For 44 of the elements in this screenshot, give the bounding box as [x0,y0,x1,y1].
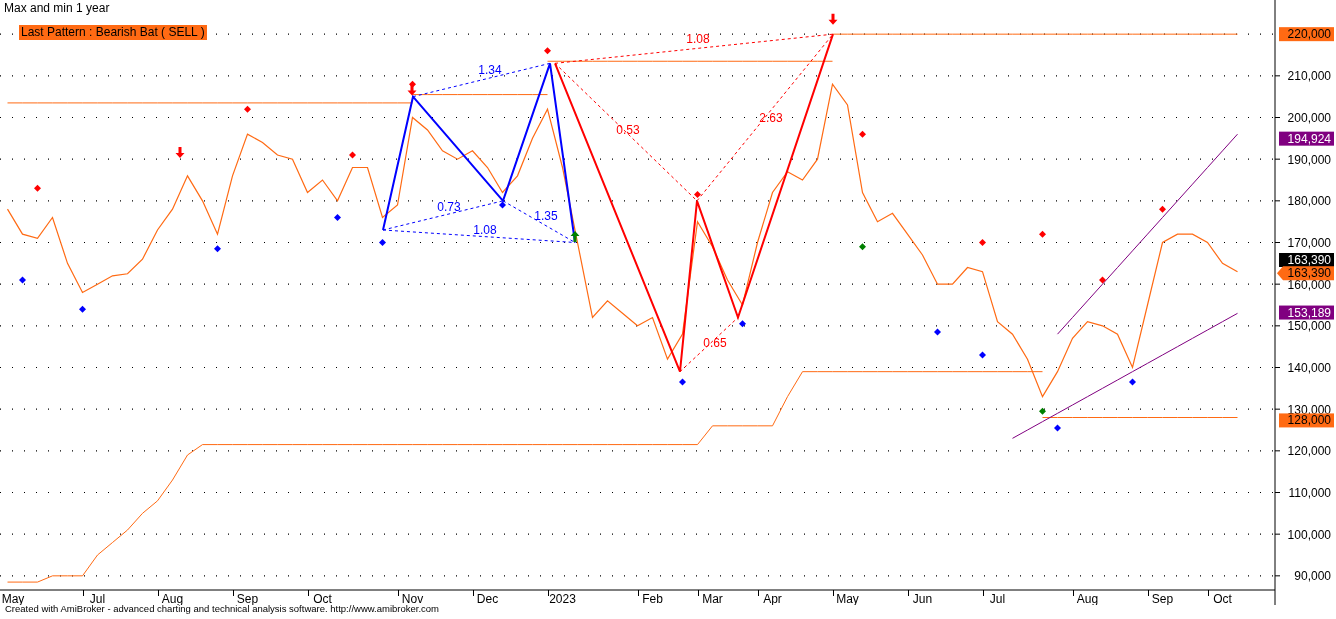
axis-tick-label: Sep [236,592,259,605]
axis-tick-label: 170,000 [1287,236,1331,250]
price-tag: 163,390 [1277,266,1334,281]
axis-tick-label: 120,000 [1287,444,1331,459]
price-tag: 163,390 [1279,253,1334,267]
chart-title: Max and min 1 year [4,1,110,15]
axis-tick-label: 150,000 [1287,319,1331,334]
axis-tick-label: Aug [1076,592,1099,605]
ratio-label: 2.63 [759,110,783,125]
price-tag: 128,000 [1279,413,1334,428]
axis-tick-label: 210,000 [1287,69,1331,84]
price-tag: 220,000 [1279,27,1334,42]
ratio-label: 1.08 [686,31,710,46]
axis-tick-label: Oct [313,592,332,605]
axis-tick-label: 100,000 [1287,527,1331,542]
axis-tick-label: Feb [642,592,663,605]
axis-tick-label: 190,000 [1287,152,1331,167]
axis-tick-label: Aug [161,592,184,605]
axis-tick-label: Dec [476,592,499,605]
axis-tick-label: Sep [1151,592,1174,605]
price-tag: 194,924 [1279,131,1334,146]
ratio-label: 0.65 [703,335,727,350]
ratio-label: 0.53 [616,123,640,138]
axis-tick-label: Jun [912,592,933,605]
axis-tick-label: Apr [763,592,782,605]
axis-tick-label: 110,000 [1288,486,1331,500]
axis-tick-label: May [1,592,25,605]
axis-tick-label: 90,000 [1294,569,1331,584]
price-tag: 153,189 [1279,305,1334,320]
ratio-label: 1.34 [478,62,502,77]
axis-tick-label: Oct [1213,592,1232,605]
pattern-label: Last Pattern : Bearish Bat ( SELL ) [19,25,207,40]
axis-tick-label: Jul [89,592,106,605]
axis-tick-label: May [836,592,859,605]
ratio-label: 0.73 [437,200,461,215]
axis-tick-label: Nov [401,592,424,605]
axis-tick-label: Jul [989,592,1006,605]
axis-tick-label: 2023 [549,592,576,605]
axis-tick-label: 200,000 [1287,111,1331,125]
axis-tick-label: 140,000 [1287,361,1331,375]
axis-tick-label: 180,000 [1287,194,1331,209]
axis-tick-label: Mar [702,592,723,605]
ratio-label: 1.35 [534,208,558,223]
ratio-label: 1.08 [473,223,497,238]
